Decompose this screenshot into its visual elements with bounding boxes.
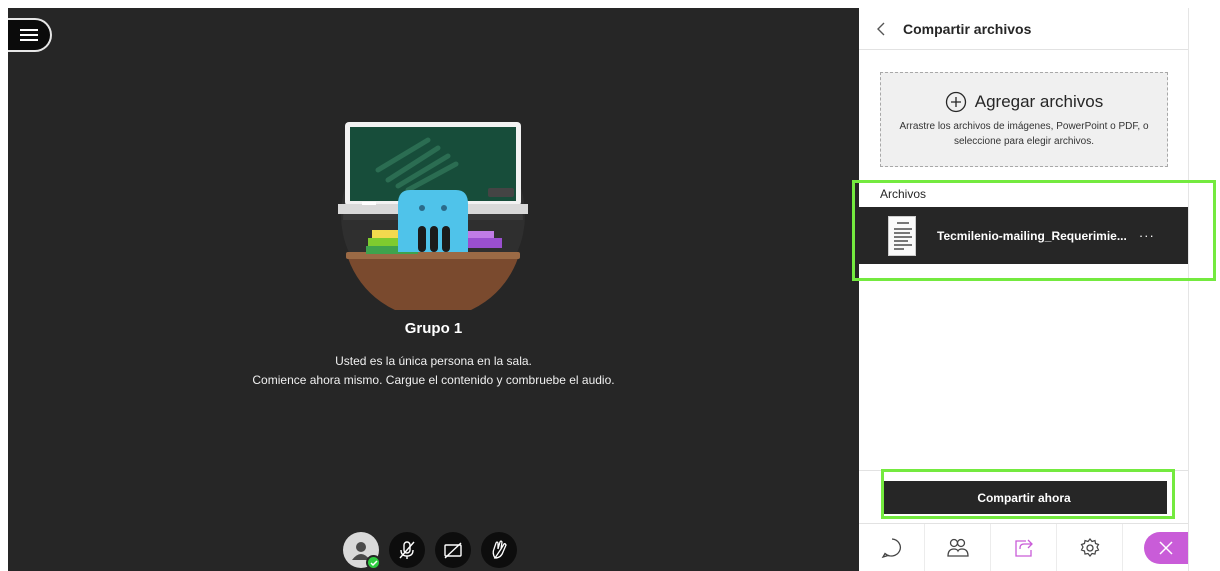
tab-share-content[interactable] bbox=[990, 524, 1056, 571]
raise-hand-button[interactable] bbox=[481, 532, 517, 568]
tab-participants[interactable]: 3 bbox=[924, 524, 1030, 571]
session-stage: Grupo 1 Usted es la única persona en la … bbox=[8, 8, 859, 571]
hamburger-icon bbox=[20, 26, 38, 44]
raise-hand-icon bbox=[492, 540, 507, 559]
media-controls bbox=[343, 532, 517, 570]
panel-header: Compartir archivos bbox=[859, 8, 1188, 50]
panel-edge bbox=[1188, 8, 1189, 571]
classroom-illustration bbox=[338, 122, 528, 310]
participants-icon bbox=[946, 538, 969, 557]
footer-divider bbox=[859, 470, 1188, 471]
back-button[interactable] bbox=[877, 19, 891, 39]
file-thumbnail bbox=[888, 215, 916, 256]
room-message-line2: Comience ahora mismo. Cargue el contenid… bbox=[252, 373, 615, 387]
microphone-muted-icon bbox=[399, 541, 415, 559]
camera-button[interactable] bbox=[435, 532, 471, 568]
microphone-button[interactable] bbox=[389, 532, 425, 568]
chat-bubble-icon bbox=[881, 537, 901, 558]
plus-circle-icon bbox=[945, 91, 966, 113]
close-panel-button[interactable] bbox=[1144, 531, 1188, 564]
panel-title: Compartir archivos bbox=[903, 20, 1032, 37]
tab-settings[interactable] bbox=[1056, 524, 1122, 571]
file-more-options-button[interactable]: ··· bbox=[1139, 228, 1155, 243]
files-section-label: Archivos bbox=[880, 187, 927, 201]
share-files-panel: Compartir archivos Agregar archivos Arra… bbox=[859, 8, 1188, 571]
file-name: Tecmilenio-mailing_Requerimie... bbox=[937, 228, 1127, 243]
camera-off-icon bbox=[444, 542, 462, 559]
add-files-label: Agregar archivos bbox=[974, 92, 1104, 111]
tab-leave[interactable] bbox=[1122, 524, 1188, 571]
share-now-button[interactable]: Compartir ahora bbox=[881, 481, 1167, 514]
room-title: Grupo 1 bbox=[404, 320, 463, 337]
chevron-left-icon bbox=[877, 22, 885, 35]
dropzone-hint: Arrastre los archivos de imágenes, Power… bbox=[899, 121, 1149, 147]
panel-tab-bar: 3 bbox=[859, 523, 1188, 571]
gear-icon bbox=[1080, 537, 1099, 557]
session-menu-button[interactable] bbox=[8, 18, 52, 52]
share-content-icon bbox=[1014, 539, 1033, 557]
my-status-button[interactable] bbox=[343, 532, 381, 570]
file-list-item[interactable]: Tecmilenio-mailing_Requerimie... ··· bbox=[859, 207, 1188, 264]
room-message-line1: Usted es la única persona en la sala. bbox=[335, 354, 532, 368]
close-icon bbox=[1159, 540, 1173, 555]
status-check-icon bbox=[366, 555, 381, 570]
tab-chat[interactable] bbox=[859, 524, 924, 571]
file-dropzone[interactable]: Agregar archivos Arrastre los archivos d… bbox=[880, 72, 1168, 167]
add-files-button[interactable]: Agregar archivos bbox=[881, 91, 1167, 113]
